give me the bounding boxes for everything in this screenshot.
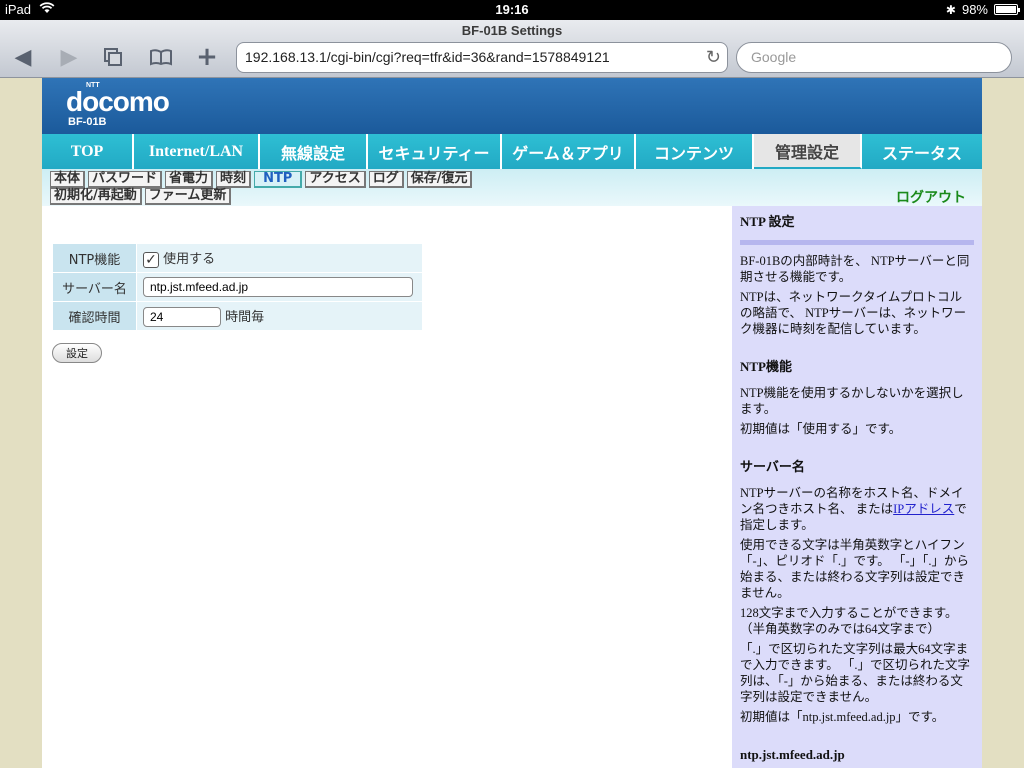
help-server-title: サーバー名 <box>740 459 805 474</box>
browser-toolbar: BF-01B Settings ◀ ▶ + 192.168.13.1/cgi-b… <box>0 20 1024 78</box>
docomo-logo: NTT docomo <box>66 82 170 117</box>
forward-icon[interactable]: ▶ <box>54 44 84 70</box>
subtab-device[interactable]: 本体 <box>50 171 86 188</box>
help-ntp-text-1: NTP機能を使用するかしないかを選択します。 <box>740 386 964 416</box>
subtab-reset-reboot[interactable]: 初期化/再起動 <box>50 188 142 205</box>
subtab-log[interactable]: ログ <box>368 171 404 188</box>
server-name-label: サーバー名 <box>52 272 137 302</box>
url-field[interactable]: 192.168.13.1/cgi-bin/cgi?req=tfr&id=36&r… <box>236 42 728 73</box>
back-icon[interactable]: ◀ <box>8 44 38 70</box>
tab-top[interactable]: TOP <box>42 134 134 169</box>
search-input[interactable]: Google <box>736 42 1012 73</box>
clock: 19:16 <box>495 2 529 17</box>
subtab-firmware-update[interactable]: ファーム更新 <box>144 188 232 205</box>
check-interval-label: 確認時間 <box>52 301 137 331</box>
reload-icon[interactable]: ↻ <box>706 47 721 68</box>
ntp-enable-checkbox[interactable]: ✓ <box>143 251 159 268</box>
search-placeholder: Google <box>751 49 797 65</box>
help-server-text-2: 128文字まで入力することができます。（半角英数字のみでは64文字まで） <box>740 606 958 636</box>
help-intro-1: BF-01Bの内部時計を、 NTPサーバーと同期させる機能です。 <box>740 254 970 284</box>
ntp-function-label: NTP機能 <box>52 243 137 273</box>
tab-internet-lan[interactable]: Internet/LAN <box>134 134 260 169</box>
status-bar: iPad 19:16 ✱ 98% <box>0 0 1024 20</box>
help-server-text-1: 使用できる文字は半角英数字とハイフン「-」、ピリオド「.」です。 「-」「.」か… <box>740 538 969 600</box>
subtab-ntp[interactable]: NTP <box>254 171 303 188</box>
ntp-enable-label[interactable]: 使用する <box>163 252 215 267</box>
server-name-input[interactable] <box>143 277 413 297</box>
add-icon[interactable]: + <box>192 42 222 72</box>
help-intro-2: NTPは、ネットワークタイムプロトコルの略語で、 NTPサーバーは、ネットワーク… <box>740 290 967 336</box>
settings-form: NTP機能 ✓ 使用する サーバー名 確認時間 時間毎 設定 <box>42 206 732 768</box>
pages-icon[interactable] <box>98 44 128 70</box>
bookmarks-icon[interactable] <box>146 44 176 70</box>
sub-navigation: 本体 パスワード 省電力 時刻 NTP アクセス ログ 保存/復元 初期化/再起… <box>42 169 982 206</box>
check-interval-input[interactable] <box>143 306 221 327</box>
help-ntp-title: NTP機能 <box>740 359 793 374</box>
subtab-time[interactable]: 時刻 <box>216 171 252 188</box>
ntp-settings-table: NTP機能 ✓ 使用する サーバー名 確認時間 時間毎 <box>52 243 423 331</box>
tab-admin[interactable]: 管理設定 <box>754 134 862 169</box>
help-ntp-text-2: 初期値は「使用する」です。 <box>740 422 902 436</box>
logout-link[interactable]: ログアウト <box>896 187 966 207</box>
help-server-text-3: 「.」で区切られた文字列は最大64文字まで入力できます。 「.」で区切られた文字… <box>740 642 971 704</box>
battery-percent: 98% <box>961 2 988 17</box>
ip-address-link[interactable]: IPアドレス <box>893 502 954 516</box>
router-settings-page: NTT docomo BF-01B TOP Internet/LAN 無線設定 … <box>42 78 982 768</box>
interval-unit: 時間毎 <box>225 309 265 325</box>
subtab-password[interactable]: パスワード <box>88 171 163 188</box>
url-text: 192.168.13.1/cgi-bin/cgi?req=tfr&id=36&r… <box>245 49 610 65</box>
model-name: BF-01B <box>68 116 107 128</box>
subtab-save-restore[interactable]: 保存/復元 <box>406 171 473 188</box>
help-title: NTP 設定 <box>740 214 795 229</box>
bluetooth-icon: ✱ <box>945 2 956 17</box>
subtab-access[interactable]: アクセス <box>305 171 366 188</box>
tab-security[interactable]: セキュリティー <box>368 134 502 169</box>
tab-games-apps[interactable]: ゲーム＆アプリ <box>502 134 636 169</box>
tab-status[interactable]: ステータス <box>862 134 982 169</box>
help-server-text-4: 初期値は「ntp.jst.mfeed.ad.jp」です。 <box>740 710 945 724</box>
submit-button[interactable]: 設定 <box>52 343 102 363</box>
main-tabs: TOP Internet/LAN 無線設定 セキュリティー ゲーム＆アプリ コン… <box>42 134 982 169</box>
page-title: BF-01B Settings <box>461 23 563 38</box>
tab-wireless[interactable]: 無線設定 <box>260 134 368 169</box>
battery-icon <box>994 4 1020 15</box>
help-panel: NTP 設定 BF-01Bの内部時計を、 NTPサーバーと同期させる機能です。 … <box>732 206 982 768</box>
page-header: NTT docomo BF-01B <box>42 78 982 134</box>
tab-contents[interactable]: コンテンツ <box>636 134 754 169</box>
help-divider <box>740 240 974 245</box>
help-footer: ntp.jst.mfeed.ad.jp <box>740 747 845 762</box>
subtab-power-saving[interactable]: 省電力 <box>165 171 214 188</box>
